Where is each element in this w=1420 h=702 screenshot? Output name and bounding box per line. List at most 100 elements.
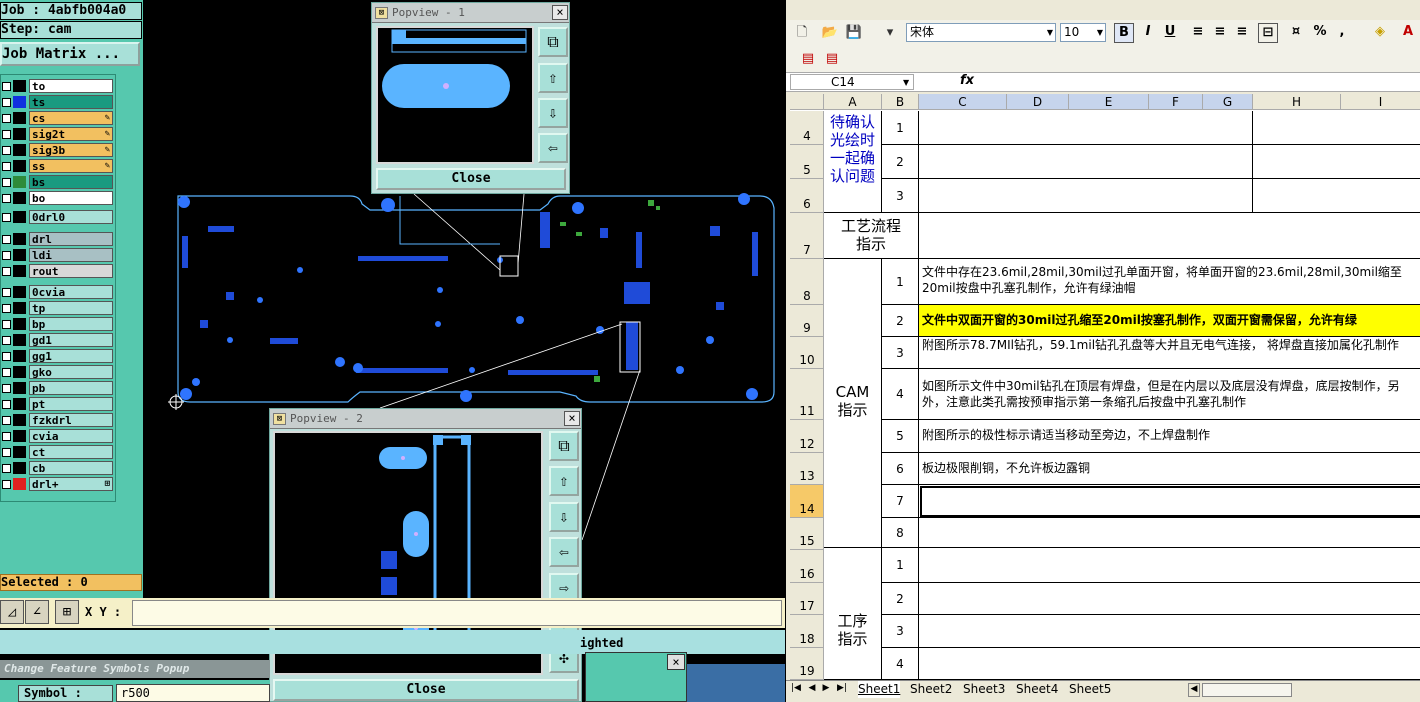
- percent-icon[interactable]: %: [1310, 23, 1330, 43]
- process-section-label[interactable]: 工艺流程指示: [824, 213, 919, 259]
- open-icon[interactable]: 📂: [820, 23, 840, 43]
- underline-button[interactable]: U: [1160, 23, 1180, 43]
- row-header[interactable]: 15: [790, 518, 824, 550]
- item-number[interactable]: 2: [882, 305, 919, 337]
- scroll-left-icon[interactable]: ◀: [1188, 683, 1200, 697]
- cam-item-text[interactable]: 文件中存在23.6mil,28mil,30mil过孔单面开窗，将单面开窗的23.…: [919, 259, 1420, 305]
- row-header[interactable]: 7: [790, 213, 824, 259]
- cell[interactable]: [919, 145, 1253, 179]
- horizontal-scrollbar[interactable]: [1202, 683, 1292, 697]
- column-header[interactable]: B: [882, 94, 919, 110]
- pan-down-button[interactable]: ⇩: [549, 502, 579, 532]
- cell[interactable]: [919, 213, 1420, 259]
- toolbar-options-icon[interactable]: ▾: [880, 23, 900, 43]
- font-name-select[interactable]: 宋体 ▼: [906, 23, 1056, 42]
- new-icon[interactable]: 🗋: [792, 23, 812, 43]
- active-cell[interactable]: [919, 485, 1420, 518]
- popview-1-canvas[interactable]: [376, 26, 534, 164]
- column-header[interactable]: A: [824, 94, 882, 110]
- italic-button[interactable]: I: [1138, 23, 1158, 43]
- close-icon[interactable]: ×: [552, 5, 568, 20]
- cam-section-label[interactable]: CAM指示: [824, 259, 882, 548]
- row-header[interactable]: 13: [790, 453, 824, 485]
- column-header[interactable]: G: [1203, 94, 1253, 110]
- close-icon[interactable]: ×: [667, 654, 685, 670]
- item-number[interactable]: 3: [882, 179, 919, 213]
- pan-up-button[interactable]: ⇧: [549, 466, 579, 496]
- cell[interactable]: [1253, 111, 1420, 145]
- column-header[interactable]: D: [1007, 94, 1069, 110]
- popview-2-close-button[interactable]: Close: [273, 679, 579, 701]
- item-number[interactable]: 5: [882, 420, 919, 453]
- symbol-input[interactable]: r500: [116, 684, 270, 702]
- cell[interactable]: [919, 179, 1253, 213]
- row-header[interactable]: 18: [790, 615, 824, 648]
- pan-left-button[interactable]: ⇦: [549, 537, 579, 567]
- cam-item-text[interactable]: 板边极限削铜，不允许板边露铜: [919, 453, 1420, 485]
- pdf-mail-icon[interactable]: ▤: [822, 49, 842, 69]
- row-header[interactable]: 5: [790, 145, 824, 179]
- item-number[interactable]: 1: [882, 259, 919, 305]
- pan-up-button[interactable]: ⇧: [538, 63, 568, 93]
- row-header[interactable]: 17: [790, 583, 824, 615]
- item-number[interactable]: 3: [882, 337, 919, 369]
- save-icon[interactable]: 💾: [844, 23, 864, 43]
- column-header[interactable]: F: [1149, 94, 1203, 110]
- cell[interactable]: [919, 111, 1253, 145]
- pan-left-button[interactable]: ⇦: [538, 133, 568, 163]
- pan-down-button[interactable]: ⇩: [538, 98, 568, 128]
- popview-1-close-button[interactable]: Close: [376, 168, 566, 190]
- fx-icon[interactable]: fx: [960, 73, 974, 88]
- cell[interactable]: [919, 648, 1420, 680]
- confirm-section-label[interactable]: 待确认光绘时一起确认问题: [824, 111, 882, 213]
- prev-sheet-icon[interactable]: ◀: [806, 683, 818, 693]
- row-header[interactable]: 12: [790, 420, 824, 453]
- merge-center-icon[interactable]: ⊟: [1258, 23, 1278, 43]
- item-number[interactable]: 2: [882, 145, 919, 179]
- cam-item-text[interactable]: 附图所示的极性标示请适当移动至旁边，不上焊盘制作: [919, 420, 1420, 453]
- grid-icon[interactable]: ⊞: [55, 600, 79, 624]
- cell[interactable]: [1253, 179, 1420, 213]
- item-number[interactable]: 1: [882, 111, 919, 145]
- spreadsheet-grid[interactable]: A B C D E F G H I 4 5 6 7 8 9 10 11 12 1…: [790, 94, 1420, 680]
- align-center-icon[interactable]: ≡: [1210, 23, 1230, 43]
- row-header[interactable]: 19: [790, 648, 824, 680]
- row-header[interactable]: 8: [790, 259, 824, 305]
- xy-input[interactable]: [132, 600, 782, 626]
- item-number[interactable]: 8: [882, 518, 919, 548]
- column-header[interactable]: C: [919, 94, 1007, 110]
- item-number[interactable]: 4: [882, 369, 919, 420]
- row-header[interactable]: 11: [790, 369, 824, 420]
- item-number[interactable]: 1: [882, 548, 919, 583]
- row-header[interactable]: 6: [790, 179, 824, 213]
- currency-icon[interactable]: ¤: [1286, 23, 1306, 43]
- font-size-select[interactable]: 10 ▼: [1060, 23, 1106, 42]
- column-header[interactable]: E: [1069, 94, 1149, 110]
- bold-button[interactable]: B: [1114, 23, 1134, 43]
- column-header[interactable]: I: [1341, 94, 1420, 110]
- corner-header[interactable]: [790, 94, 824, 110]
- last-sheet-icon[interactable]: ▶|: [836, 683, 848, 693]
- pdf-icon[interactable]: ▤: [798, 49, 818, 69]
- next-sheet-icon[interactable]: ▶: [820, 683, 832, 693]
- sheet-tab-3[interactable]: Sheet3: [963, 681, 1005, 698]
- row-header[interactable]: 9: [790, 305, 824, 337]
- cell[interactable]: [919, 548, 1420, 583]
- row-header[interactable]: 14: [790, 485, 824, 518]
- name-box[interactable]: C14 ▼: [790, 74, 914, 90]
- item-number[interactable]: 2: [882, 583, 919, 615]
- sheet-tab-1[interactable]: Sheet1: [858, 681, 901, 698]
- sheet-tab-2[interactable]: Sheet2: [910, 681, 952, 698]
- procedure-section-label[interactable]: 工序指示: [824, 548, 882, 680]
- item-number[interactable]: 6: [882, 453, 919, 485]
- cam-item-text[interactable]: 附图所示78.7MIl钻孔，59.1mil钻孔孔盘等大并且无电气连接， 将焊盘直…: [919, 337, 1420, 369]
- fill-color-icon[interactable]: ◈: [1370, 23, 1390, 43]
- cam-item-text[interactable]: 如图所示文件中30mil钻孔在顶层有焊盘，但是在内层以及底层没有焊盘，底层按制作…: [919, 369, 1420, 420]
- align-left-icon[interactable]: ≡: [1188, 23, 1208, 43]
- first-sheet-icon[interactable]: |◀: [790, 683, 802, 693]
- measure-icon[interactable]: ◿: [0, 600, 24, 624]
- row-header[interactable]: 16: [790, 550, 824, 583]
- item-number[interactable]: 4: [882, 648, 919, 680]
- item-number[interactable]: 3: [882, 615, 919, 648]
- zoom-home-button[interactable]: ⧉: [549, 431, 579, 461]
